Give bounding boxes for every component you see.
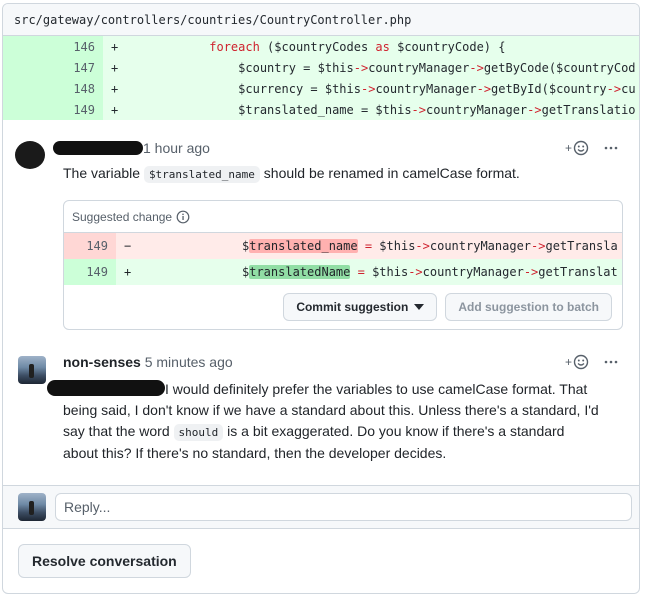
code: $currency = $this->countryManager->getBy… — [238, 81, 636, 96]
code: $translated_name = $this->countryManager… — [242, 239, 618, 253]
diff-sign: + — [111, 81, 119, 96]
comment-time[interactable]: 1 hour ago — [143, 140, 210, 156]
highlight-deleted: translated_name — [249, 239, 358, 253]
line-number[interactable]: 147 — [3, 57, 103, 78]
code: $translated_name = $this->countryManager… — [238, 102, 636, 117]
diff-line: 148 + $currency = $this->countryManager->… — [3, 78, 639, 99]
comment-text: should be renamed in camelCase format. — [259, 165, 520, 181]
commit-suggestion-button[interactable]: Commit suggestion — [283, 293, 438, 321]
add-reaction-button[interactable]: + — [565, 140, 589, 156]
line-number[interactable]: 149 — [3, 99, 103, 120]
comment-text: I would definitely prefer the variables … — [165, 381, 588, 397]
suggestion-added-line: 149 + $translatedName = $this->countryMa… — [64, 259, 622, 285]
line-number[interactable]: 146 — [3, 36, 103, 57]
suggested-change-title: Suggested change — [72, 209, 173, 224]
kebab-icon — [604, 146, 618, 150]
smiley-icon — [573, 354, 589, 370]
author-name[interactable]: non-senses — [63, 354, 141, 370]
file-path-header: src/gateway/controllers/countries/Countr… — [3, 4, 639, 36]
reply-placeholder: Reply... — [64, 499, 111, 515]
reply-input[interactable]: Reply... — [55, 493, 632, 521]
suggestion-deleted-line: 149 − $translated_name = $this->countryM… — [64, 233, 622, 259]
current-user-avatar — [18, 493, 46, 521]
line-number: 149 — [64, 233, 116, 259]
code: $translatedName = $this->countryManager-… — [242, 265, 618, 279]
resolve-conversation-button[interactable]: Resolve conversation — [18, 544, 191, 578]
avatar[interactable] — [18, 356, 46, 384]
info-icon[interactable] — [176, 210, 190, 224]
comment-2-body: I would definitely prefer the variables … — [63, 379, 633, 464]
highlight-added: translatedName — [249, 265, 351, 279]
comment-time[interactable]: 5 minutes ago — [145, 354, 233, 370]
inline-code: $translated_name — [143, 166, 260, 183]
code: foreach ($countryCodes as $countryCode) … — [209, 39, 506, 54]
diff-sign: + — [111, 102, 119, 117]
diff-sign: − — [124, 239, 132, 253]
comment-text: say that the word should is a bit exagge… — [63, 423, 565, 441]
line-number[interactable]: 148 — [3, 78, 103, 99]
diff-line: 147 + $country = $this->countryManager->g… — [3, 57, 639, 78]
review-thread-card: src/gateway/controllers/countries/Countr… — [2, 3, 640, 594]
avatar-redacted — [15, 141, 45, 169]
comment-menu-button[interactable] — [603, 354, 619, 370]
suggested-change-header: Suggested change — [64, 201, 622, 233]
line-number: 149 — [64, 259, 116, 285]
add-reaction-button[interactable]: + — [565, 354, 589, 370]
code: $country = $this->countryManager->getByC… — [238, 60, 636, 75]
diff-sign: + — [111, 60, 119, 75]
comment-menu-button[interactable] — [603, 140, 619, 156]
comment-text: being said, I don't know if we have a st… — [63, 402, 599, 418]
diff-sign: + — [111, 39, 119, 54]
diff-sign: + — [124, 265, 132, 279]
suggestion-actions: Commit suggestion Add suggestion to batc… — [64, 285, 622, 329]
suggested-change-box: Suggested change 149 − $translated_name … — [63, 200, 623, 330]
comment-1-body: The variable $translated_name should be … — [63, 163, 520, 185]
diff-hunk: 146 + foreach ($countryCodes as $countryC… — [3, 36, 639, 120]
diff-line: 149 + $translated_name = $this->countryMa… — [3, 99, 639, 120]
reply-row: Reply... — [3, 485, 639, 529]
smiley-icon — [573, 140, 589, 156]
comment-text: The variable — [63, 165, 144, 181]
add-to-batch-button[interactable]: Add suggestion to batch — [445, 293, 612, 321]
author-redacted — [53, 141, 143, 155]
comment-text: about this? If there's no standard, then… — [63, 445, 447, 461]
inline-code: should — [173, 424, 224, 441]
kebab-icon — [604, 360, 618, 364]
file-path[interactable]: src/gateway/controllers/countries/Countr… — [14, 13, 411, 27]
triangle-down-icon — [414, 304, 425, 310]
diff-line: 146 + foreach ($countryCodes as $countryC… — [3, 36, 639, 57]
